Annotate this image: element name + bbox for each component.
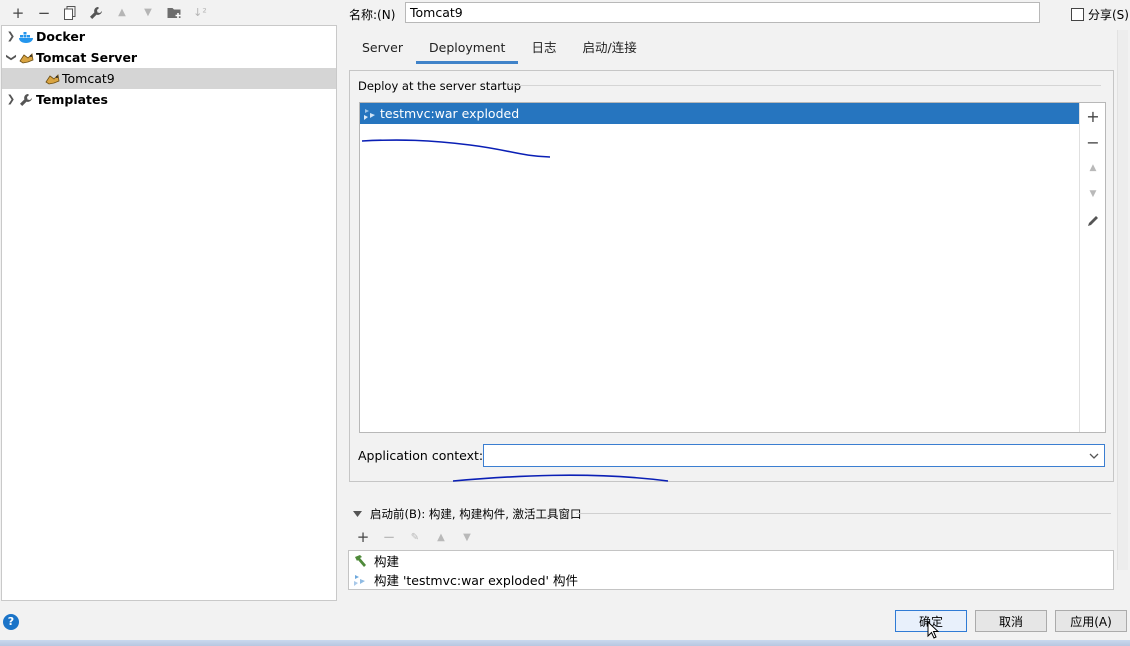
list-item-label: 构建 'testmvc:war exploded' 构件 [374, 573, 578, 588]
deploy-panel: Deploy at the server startup testmvc:war… [349, 70, 1114, 482]
help-icon[interactable]: ? [3, 614, 19, 630]
remove-icon[interactable]: − [32, 2, 56, 24]
divider [508, 85, 1101, 86]
scrollbar[interactable] [1117, 30, 1128, 570]
move-up-icon[interactable]: ▲ [430, 528, 452, 547]
move-down-icon[interactable]: ▼ [456, 528, 478, 547]
chevron-down-icon[interactable] [1089, 453, 1099, 459]
share-checkbox[interactable]: 分享(S) [1071, 6, 1129, 23]
move-up-icon[interactable]: ▲ [1080, 155, 1106, 181]
tree-item-label: Tomcat9 [62, 71, 115, 86]
artifact-icon [362, 107, 378, 121]
wrench-icon[interactable] [84, 2, 108, 24]
context-label: Application context: [358, 448, 484, 463]
list-item[interactable]: testmvc:war exploded [360, 103, 1080, 124]
artifact-icon [352, 573, 368, 587]
tree-item-tomcat-server[interactable]: ❯ Tomcat Server [2, 47, 336, 68]
list-item-label: testmvc:war exploded [380, 106, 520, 121]
artifact-list[interactable]: testmvc:war exploded + − ▲ ▼ [359, 102, 1106, 433]
config-tree: ❯ Docker ❯ Tomcat Server Tomcat9 ❯ Templ… [1, 25, 337, 601]
before-launch-header[interactable]: 启动前(B): 构建, 构建构件, 激活工具窗口 [353, 506, 582, 522]
tab-server[interactable]: Server [349, 34, 416, 64]
remove-icon[interactable]: − [378, 528, 400, 547]
tree-item-templates[interactable]: ❯ Templates [2, 89, 336, 110]
move-down-icon[interactable]: ▼ [1080, 181, 1106, 207]
name-field[interactable]: Tomcat9 [405, 2, 1040, 23]
edit-icon[interactable] [1080, 207, 1106, 233]
before-launch-title: 启动前(B): 构建, 构建构件, 激活工具窗口 [370, 507, 582, 521]
tree-item-docker[interactable]: ❯ Docker [2, 26, 336, 47]
tab-bar: Server Deployment 日志 启动/连接 [349, 34, 650, 64]
add-icon[interactable]: + [352, 528, 374, 547]
config-toolbar: + − ▲ ▼ ↓² [0, 0, 340, 25]
name-label: 名称:(N) [349, 8, 396, 22]
tomcat-icon [44, 72, 60, 86]
tree-item-tomcat9[interactable]: Tomcat9 [2, 68, 336, 89]
tree-item-label: Tomcat Server [36, 50, 138, 65]
divider [576, 513, 1111, 514]
add-icon[interactable]: + [6, 2, 30, 24]
hammer-icon [352, 554, 368, 568]
move-up-icon[interactable]: ▲ [110, 2, 134, 24]
deploy-title: Deploy at the server startup [358, 79, 522, 93]
copy-icon[interactable] [58, 2, 82, 24]
mouse-cursor-icon [927, 621, 939, 639]
add-icon[interactable]: + [1080, 103, 1106, 129]
tree-item-label: Templates [36, 92, 108, 107]
tree-item-label: Docker [36, 29, 85, 44]
docker-icon [18, 30, 34, 44]
folder-add-icon[interactable] [162, 2, 186, 24]
taskbar-edge [0, 640, 1130, 646]
wrench-icon [18, 93, 34, 107]
move-down-icon[interactable]: ▼ [136, 2, 160, 24]
sort-icon[interactable]: ↓² [188, 2, 212, 24]
tab-deployment[interactable]: Deployment [416, 34, 519, 64]
annotation-scribble [452, 474, 669, 482]
edit-icon[interactable]: ✎ [404, 528, 426, 547]
share-label: 分享(S) [1088, 8, 1129, 22]
cancel-button[interactable]: 取消 [975, 610, 1047, 632]
tomcat-icon [18, 51, 34, 65]
list-item[interactable]: 构建 'testmvc:war exploded' 构件 [349, 570, 1113, 589]
context-combobox[interactable] [483, 444, 1105, 467]
apply-button[interactable]: 应用(A) [1055, 610, 1127, 632]
collapse-icon[interactable] [353, 511, 362, 517]
before-launch-toolbar: + − ✎ ▲ ▼ [352, 528, 478, 547]
chevron-right-icon[interactable]: ❯ [4, 94, 18, 105]
list-item[interactable]: 构建 [349, 551, 1113, 570]
list-toolbar: + − ▲ ▼ [1079, 103, 1105, 432]
annotation-scribble [361, 139, 551, 158]
checkbox-icon[interactable] [1071, 8, 1084, 21]
list-item-label: 构建 [374, 554, 400, 569]
before-launch-list[interactable]: 构建 构建 'testmvc:war exploded' 构件 [348, 550, 1114, 590]
chevron-right-icon[interactable]: ❯ [4, 31, 18, 42]
tab-logs[interactable]: 日志 [518, 34, 569, 64]
tab-startup-connection[interactable]: 启动/连接 [569, 34, 649, 64]
remove-icon[interactable]: − [1080, 129, 1106, 155]
chevron-down-icon[interactable]: ❯ [6, 51, 17, 65]
